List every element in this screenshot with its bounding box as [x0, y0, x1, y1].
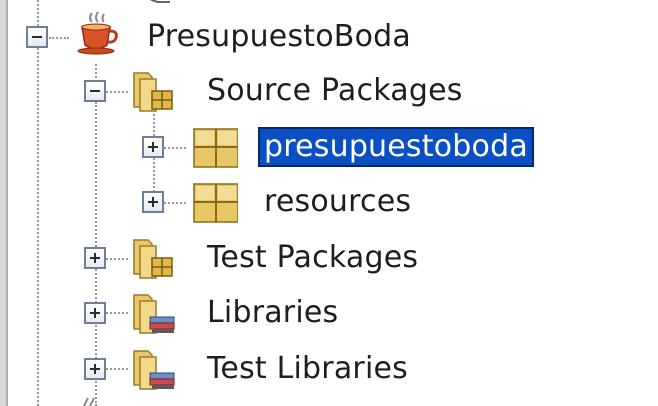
source-folder-icon — [133, 72, 173, 112]
minus-icon — [90, 90, 100, 92]
node-label: Libraries — [207, 295, 339, 330]
partial-icon-bottom — [83, 397, 95, 406]
node-label: resources — [264, 184, 412, 219]
plus-icon — [148, 142, 158, 152]
project-label: PresupuestoBoda — [147, 19, 411, 54]
tree-node-project[interactable]: PresupuestoBoda — [0, 11, 658, 61]
tree-node-source-packages[interactable]: Source Packages — [0, 67, 658, 115]
expand-toggle[interactable] — [142, 136, 164, 158]
tree-node-test-packages[interactable]: Test Packages — [0, 234, 658, 282]
plus-icon — [90, 308, 100, 318]
partial-icon-top — [149, 0, 170, 3]
expand-toggle[interactable] — [142, 191, 164, 213]
expand-toggle[interactable] — [84, 302, 106, 324]
collapse-toggle[interactable] — [26, 26, 48, 48]
test-folder-icon — [133, 239, 173, 279]
tree-node-libraries[interactable]: Libraries — [0, 289, 658, 337]
library-folder-icon — [133, 294, 175, 334]
node-label: Source Packages — [207, 73, 463, 108]
package-icon — [193, 183, 238, 223]
plus-icon — [148, 197, 158, 207]
plus-icon — [90, 253, 100, 263]
package-icon — [193, 128, 238, 168]
node-label-selected: presupuestoboda — [258, 127, 534, 167]
tree-node-test-libraries[interactable]: Test Libraries — [0, 345, 658, 393]
coffee-cup-project-icon — [77, 11, 118, 55]
minus-icon — [32, 36, 42, 38]
tree-node-presupuestoboda[interactable]: presupuestoboda — [0, 123, 658, 171]
node-label: Test Packages — [207, 240, 419, 275]
project-tree: PresupuestoBoda Source Packages presupue… — [0, 0, 658, 406]
expand-toggle[interactable] — [84, 247, 106, 269]
expand-toggle[interactable] — [84, 358, 106, 380]
collapse-toggle[interactable] — [84, 80, 106, 102]
plus-icon — [90, 364, 100, 374]
node-label: Test Libraries — [207, 351, 408, 386]
tree-node-resources[interactable]: resources — [0, 178, 658, 226]
library-folder-icon — [133, 350, 175, 390]
